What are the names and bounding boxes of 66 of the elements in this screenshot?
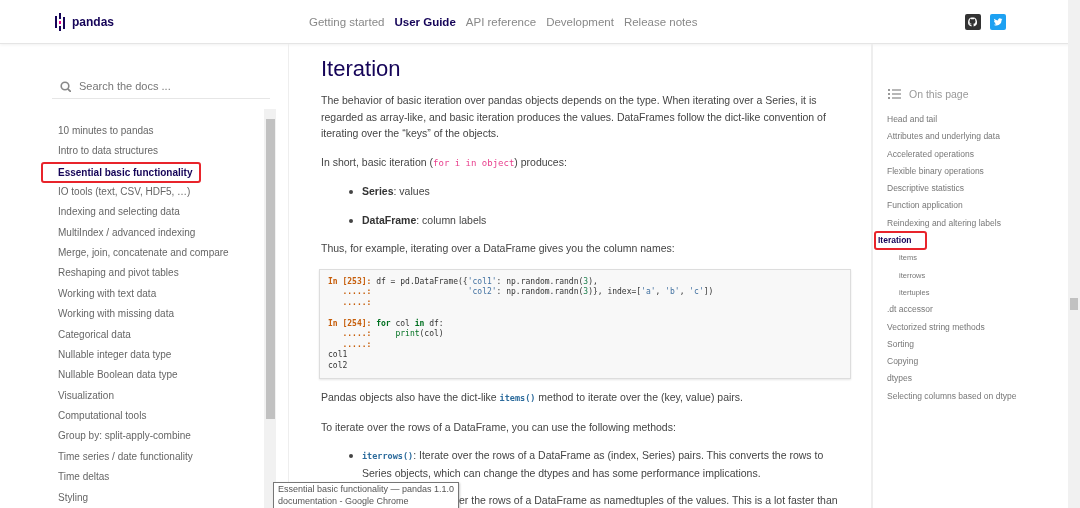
list-item-text: DataFrame: column labels bbox=[362, 212, 487, 228]
sidebar-link[interactable]: IO tools (text, CSV, HDF5, …) bbox=[52, 181, 191, 203]
paragraph: In short, basic iteration (for i in object) produces: bbox=[321, 154, 568, 170]
sidebar-link[interactable]: Indexing and selecting data bbox=[52, 202, 180, 223]
list-item-text: Series: values bbox=[362, 184, 430, 199]
toc-link[interactable]: Attributes and underlying data bbox=[887, 128, 1000, 146]
sidebar-link[interactable]: Essential basic functionality bbox=[42, 162, 201, 182]
sidebar-link[interactable]: Working with text data bbox=[52, 283, 157, 305]
toc-link[interactable]: Iteration bbox=[875, 232, 926, 250]
nav-link[interactable]: Getting started bbox=[309, 15, 385, 28]
sidebar-link[interactable]: Time series / date functionality bbox=[52, 446, 193, 468]
toc-link[interactable]: .dt accessor bbox=[887, 301, 933, 319]
pandas-logo-icon bbox=[54, 12, 66, 31]
search-field[interactable]: Search the docs ... bbox=[79, 80, 249, 92]
sidebar-link[interactable]: Computational tools bbox=[52, 406, 147, 427]
sidebar-link[interactable]: 10 minutes to pandas bbox=[52, 121, 154, 142]
search-icon bbox=[60, 80, 71, 92]
tooltip-text: Essential basic functionality — pandas 1.1.0 bbox=[278, 484, 455, 496]
paragraph: To iterate over the rows of a DataFrame, you can use the following methods: bbox=[321, 419, 677, 435]
sidebar-link[interactable]: Nullable Boolean data type bbox=[52, 365, 178, 386]
sidebar-link[interactable]: Time deltas bbox=[52, 467, 110, 488]
bullet-icon bbox=[349, 454, 353, 458]
list-icon bbox=[888, 88, 901, 100]
sidebar-link[interactable]: Working with missing data bbox=[52, 304, 174, 325]
sidebar-link[interactable]: Merge, join, concatenate and compare bbox=[52, 242, 229, 264]
toc-link[interactable]: Accelerated operations bbox=[887, 145, 974, 163]
toc-link[interactable]: Function application bbox=[887, 197, 963, 215]
nav-link[interactable]: User Guide bbox=[394, 15, 456, 28]
sidebar-link[interactable]: Intro to data structures bbox=[52, 141, 159, 162]
sidebar-link[interactable]: Group by: split-apply-combine bbox=[52, 426, 191, 447]
sidebar-link[interactable]: Visualization bbox=[52, 385, 114, 407]
toc-link[interactable]: Reindexing and altering labels bbox=[887, 214, 1001, 233]
sidebar-link[interactable]: Categorical data bbox=[52, 324, 131, 345]
toc-link[interactable]: dtypes bbox=[887, 370, 913, 388]
twitter-icon bbox=[990, 13, 1006, 30]
paragraph: Thus, for example, iterating over a DataFrame gives you the column names: bbox=[321, 241, 676, 256]
nav-link[interactable]: Development bbox=[546, 15, 614, 28]
sidebar-link[interactable]: Reshaping and pivot tables bbox=[52, 263, 179, 284]
toc-link[interactable]: Sorting bbox=[887, 335, 914, 354]
toc-link[interactable]: Vectorized string methods bbox=[887, 318, 985, 336]
toc-heading: On this page bbox=[909, 88, 969, 100]
toc-link[interactable]: Copying bbox=[887, 353, 919, 371]
sidebar-link[interactable]: Styling bbox=[52, 487, 88, 508]
list-item-text: er the rows of a DataFrame as namedtuples of the values. This is a lot faster than bbox=[459, 493, 839, 507]
page-scrollbar[interactable] bbox=[1068, 0, 1080, 508]
tooltip-text: documentation - Google Chrome bbox=[278, 495, 410, 507]
bullet-icon bbox=[349, 218, 353, 223]
code-block: In [253]: df = pd.DataFrame({'col1': np.random.randn(3), .....: 'col2': np.random.randn(3)}, index=['a', 'b', 'c']) .....: In [254]: for col in df: .....: print(col) .....: col1 col2 bbox=[319, 268, 851, 379]
toc-link[interactable]: Head and tail bbox=[887, 111, 938, 129]
toc-link[interactable]: Flexible binary operations bbox=[887, 162, 984, 181]
nav-link[interactable]: API reference bbox=[465, 15, 537, 28]
toc-link[interactable]: Descriptive statistics bbox=[887, 180, 964, 198]
paragraph: Pandas objects also have the dict-like items() method to iterate over the (key, value) pairs. bbox=[321, 390, 744, 405]
logo-text[interactable]: pandas bbox=[72, 14, 114, 29]
github-icon bbox=[965, 13, 981, 30]
scrollbar-thumb[interactable] bbox=[1070, 298, 1078, 310]
sidebar-link[interactable]: Nullable integer data type bbox=[52, 344, 172, 366]
paragraph: The behavior of basic iteration over pandas objects depends on the type. When iterating over a Series, it is regarded as array-like, and basic iteration produces the values. DataFrames follow the dict-like convention of iterating over the “keys” of the objects. bbox=[321, 93, 827, 141]
bullet-icon bbox=[349, 190, 353, 194]
sidebar-link[interactable]: MultiIndex / advanced indexing bbox=[52, 222, 196, 243]
list-item-text: iterrows(): Iterate over the rows of a DataFrame as (index, Series) pairs. This converts the rows to Series objects, which can change the dtypes and has some performance implications. bbox=[362, 448, 825, 481]
sidebar-scrollbar[interactable] bbox=[264, 109, 276, 508]
nav-link[interactable]: Release notes bbox=[623, 15, 698, 28]
page-heading: Iteration bbox=[321, 55, 402, 83]
toc-link[interactable]: Selecting columns based on dtype bbox=[887, 387, 1017, 406]
scrollbar-thumb[interactable] bbox=[265, 119, 275, 419]
